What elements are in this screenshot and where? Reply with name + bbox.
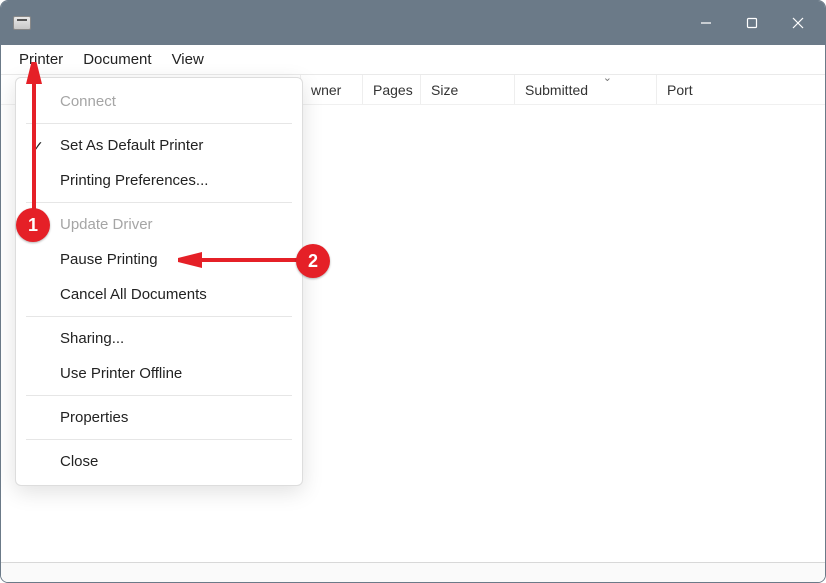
- menu-item-properties[interactable]: Properties: [16, 400, 302, 435]
- statusbar: [1, 562, 825, 582]
- annotation-badge-2: 2: [296, 244, 330, 278]
- chevron-down-icon: ⌄: [603, 71, 612, 84]
- menu-document[interactable]: Document: [73, 47, 161, 72]
- menu-separator: [26, 316, 292, 317]
- col-port[interactable]: Port: [657, 75, 825, 104]
- col-submitted[interactable]: Submitted ⌄: [515, 75, 657, 104]
- print-queue-window: Printer Document View wner Pages Size Su…: [0, 0, 826, 583]
- col-submitted-label: Submitted: [525, 82, 588, 98]
- menu-item-use-offline[interactable]: Use Printer Offline: [16, 356, 302, 391]
- menu-item-set-default[interactable]: ✓ Set As Default Printer: [16, 128, 302, 163]
- menu-item-label: Set As Default Printer: [60, 137, 203, 154]
- col-pages[interactable]: Pages: [363, 75, 421, 104]
- menubar: Printer Document View: [1, 45, 825, 75]
- menu-item-cancel-all[interactable]: Cancel All Documents: [16, 277, 302, 312]
- annotation-arrow-1: [24, 62, 44, 222]
- printer-menu-dropdown: Connect ✓ Set As Default Printer Printin…: [15, 77, 303, 486]
- menu-separator: [26, 202, 292, 203]
- menu-item-connect: Connect: [16, 84, 302, 119]
- maximize-button[interactable]: [729, 1, 775, 45]
- col-size[interactable]: Size: [421, 75, 515, 104]
- close-button[interactable]: [775, 1, 821, 45]
- titlebar: [1, 1, 825, 45]
- minimize-button[interactable]: [683, 1, 729, 45]
- menu-separator: [26, 123, 292, 124]
- menu-item-close[interactable]: Close: [16, 444, 302, 479]
- menu-item-update-driver: Update Driver: [16, 207, 302, 242]
- annotation-arrow-2: [178, 248, 308, 272]
- col-owner[interactable]: wner: [301, 75, 363, 104]
- menu-separator: [26, 439, 292, 440]
- content-area: wner Pages Size Submitted ⌄ Port Connect…: [1, 75, 825, 562]
- menu-item-printing-preferences[interactable]: Printing Preferences...: [16, 163, 302, 198]
- menu-view[interactable]: View: [162, 47, 214, 72]
- menu-item-sharing[interactable]: Sharing...: [16, 321, 302, 356]
- printer-icon: [13, 16, 31, 30]
- menu-separator: [26, 395, 292, 396]
- annotation-badge-1: 1: [16, 208, 50, 242]
